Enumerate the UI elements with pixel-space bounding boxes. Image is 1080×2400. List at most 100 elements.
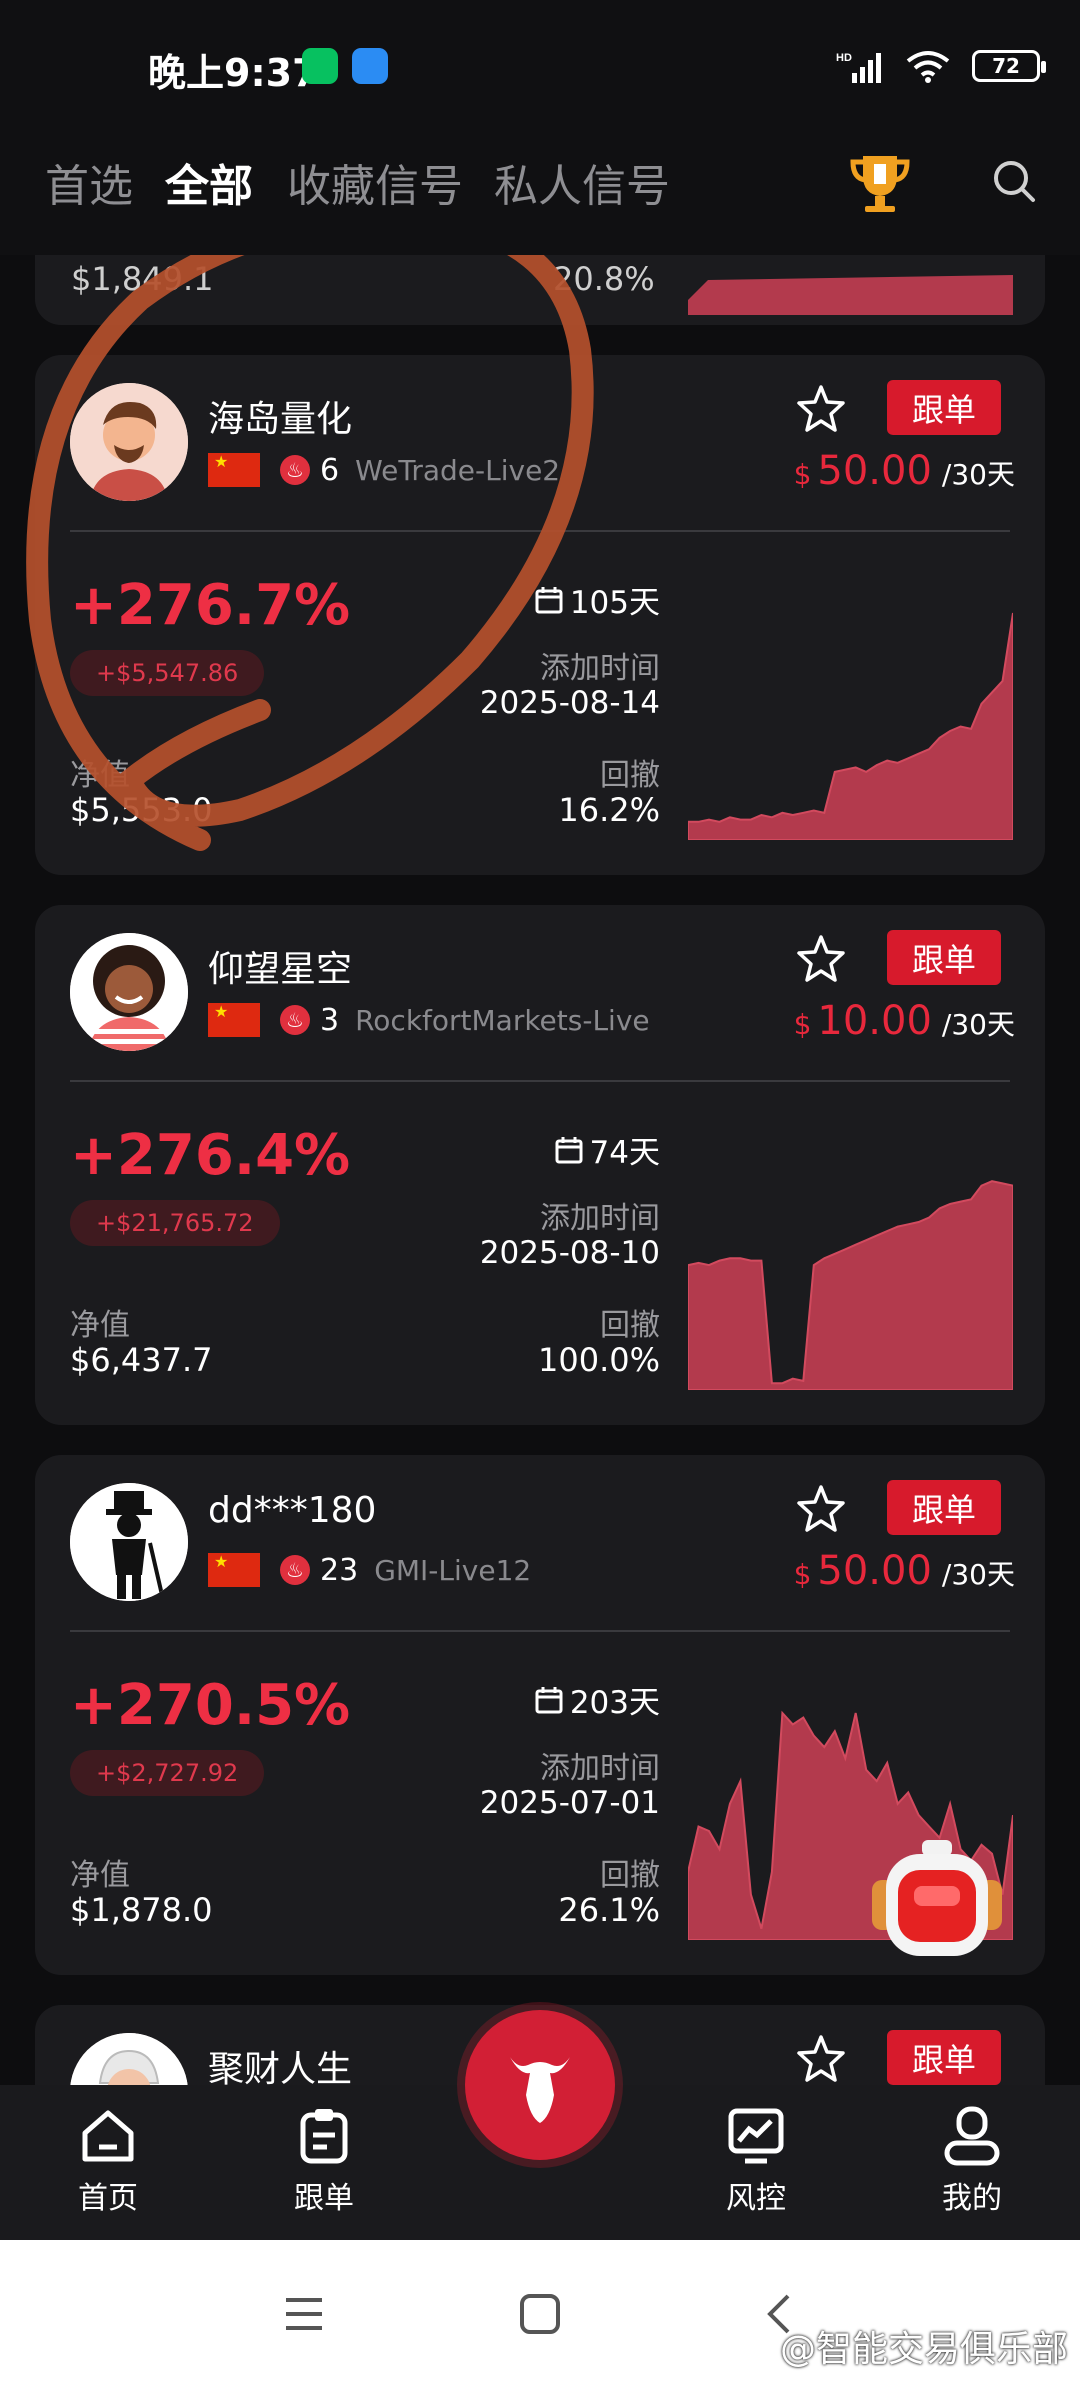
fire-icon: ♨	[280, 1555, 310, 1585]
currency-symbol: $	[793, 458, 812, 491]
signal-card[interactable]: 海岛量化 ★ ♨ 6 WeTrade-Live2 跟单 $ 50.00 /30天…	[35, 355, 1045, 875]
wifi-icon	[906, 51, 950, 83]
nav-label: 净值	[70, 1858, 130, 1893]
trader-name: dd***180	[208, 1490, 377, 1531]
menu-icon[interactable]	[280, 2290, 328, 2338]
add-date: 2025-08-14	[479, 685, 660, 721]
drawdown-value: 26.1%	[558, 1891, 660, 1929]
chart-monitor-icon	[728, 2108, 784, 2164]
nav-value: $1,878.0	[70, 1891, 213, 1929]
nav-copy-trade[interactable]: 跟单	[254, 2105, 394, 2217]
return-percent: +270.5%	[70, 1673, 351, 1738]
drawdown-value: 100.0%	[537, 1341, 660, 1379]
drawdown-value: 20.8%	[553, 260, 655, 298]
search-icon	[994, 161, 1035, 202]
trader-avatar	[70, 2033, 188, 2085]
top-tab-bar: 首选 全部 收藏信号 私人信号	[0, 130, 1080, 255]
return-amount: +$21,765.72	[70, 1200, 280, 1246]
center-bull-button[interactable]	[465, 2010, 615, 2160]
favorite-button[interactable]	[795, 933, 847, 985]
days-value: 105天	[569, 585, 660, 621]
follow-button[interactable]: 跟单	[887, 380, 1001, 435]
fire-icon: ♨	[280, 1005, 310, 1035]
subscription-price: $ 50.00 /30天	[794, 448, 1015, 494]
trader-name: 海岛量化	[208, 399, 353, 440]
follow-button[interactable]: 跟单	[887, 2030, 1001, 2085]
drawdown-label: 回撤	[600, 1858, 660, 1893]
calendar-icon	[535, 1686, 563, 1713]
signal-card[interactable]: 仰望星空 ★ ♨ 3 RockfortMarkets-Live 跟单 $ 10.…	[35, 905, 1045, 1425]
trader-meta: ★ ♨ 23 GMI-Live12	[208, 1550, 531, 1590]
star-icon	[797, 1485, 845, 1532]
price-value: 50.00	[817, 448, 932, 494]
trader-name: 仰望星空	[208, 949, 353, 990]
follow-button[interactable]: 跟单	[887, 1480, 1001, 1535]
wechat-notification-icon	[302, 48, 338, 84]
star-icon	[797, 385, 845, 432]
favorite-button[interactable]	[795, 2033, 847, 2085]
nav-risk-control[interactable]: 风控	[686, 2105, 826, 2217]
trader-avatar	[70, 933, 188, 1051]
subscription-price: $ 50.00 /30天	[794, 1548, 1015, 1594]
tab-all[interactable]: 全部	[165, 150, 253, 214]
subscription-price: $ 10.00 /30天	[794, 998, 1015, 1044]
china-flag-icon: ★	[208, 1553, 260, 1587]
currency-symbol: $	[793, 1558, 812, 1591]
broker-server: GMI-Live12	[374, 1553, 532, 1587]
equity-area	[688, 612, 1013, 840]
add-time-label: 添加时间	[540, 651, 660, 686]
system-nav-bar: @智能交易俱乐部	[0, 2240, 1080, 2400]
signal-icon: HD	[836, 52, 881, 83]
add-time-label: 添加时间	[540, 1201, 660, 1236]
user-icon	[944, 2106, 1000, 2166]
search-button[interactable]	[985, 152, 1045, 212]
nav-value: $1,849.1	[71, 260, 214, 298]
running-days: 203天	[534, 1677, 660, 1722]
china-flag-icon: ★	[208, 453, 260, 487]
trader-avatar	[70, 383, 188, 501]
nav-value: $6,437.7	[70, 1341, 213, 1379]
tab-favorite-signals[interactable]: 收藏信号	[287, 150, 463, 214]
days-value: 74天	[589, 1135, 660, 1171]
battery-indicator: 72	[972, 50, 1046, 82]
nav-value: $5,553.0	[70, 791, 213, 829]
divider	[70, 1630, 1010, 1632]
broker-server: WeTrade-Live2	[355, 453, 561, 487]
broker-server: RockfortMarkets-Live	[355, 1003, 650, 1037]
favorite-button[interactable]	[795, 383, 847, 435]
nav-home[interactable]: 首页	[38, 2105, 178, 2217]
return-amount: +$2,727.92	[70, 1750, 265, 1796]
follow-button[interactable]: 跟单	[887, 930, 1001, 985]
equity-chart	[688, 1180, 1013, 1390]
tab-preferred[interactable]: 首选	[45, 150, 133, 214]
nav-label: 首页	[78, 2181, 138, 2216]
return-percent: +276.4%	[70, 1123, 351, 1188]
star-icon	[797, 935, 845, 982]
assistant-robot-button[interactable]	[862, 1840, 1012, 1970]
trophy-button[interactable]	[845, 148, 915, 218]
return-amount: +$5,547.86	[70, 650, 265, 696]
nav-label: 风控	[726, 2181, 786, 2216]
signal-card-partial[interactable]: $1,849.1 20.8%	[35, 255, 1045, 325]
trophy-icon	[850, 156, 910, 212]
divider	[70, 1080, 1010, 1082]
home-icon	[82, 2110, 134, 2162]
favorite-button[interactable]	[795, 1483, 847, 1535]
star-icon	[797, 2035, 845, 2082]
equity-chart	[688, 612, 1013, 840]
trader-avatar	[70, 1483, 188, 1601]
calendar-icon	[555, 1136, 583, 1163]
add-date: 2025-08-10	[479, 1235, 660, 1271]
nav-label: 净值	[70, 758, 130, 793]
currency-symbol: $	[793, 1008, 812, 1041]
tab-private-signals[interactable]: 私人信号	[494, 150, 670, 214]
china-flag-icon: ★	[208, 1003, 260, 1037]
home-square-icon[interactable]	[516, 2290, 564, 2338]
add-date: 2025-07-01	[479, 1785, 660, 1821]
fire-icon: ♨	[280, 455, 310, 485]
trader-meta: ★ ♨ 6 WeTrade-Live2	[208, 450, 560, 490]
drawdown-value: 16.2%	[558, 791, 660, 829]
popularity-count: 3	[320, 1002, 340, 1038]
signal-feed[interactable]: $1,849.1 20.8% 海岛量化 ★ ♨ 6 WeTrade-Live2 …	[0, 255, 1080, 2085]
nav-profile[interactable]: 我的	[902, 2105, 1042, 2217]
